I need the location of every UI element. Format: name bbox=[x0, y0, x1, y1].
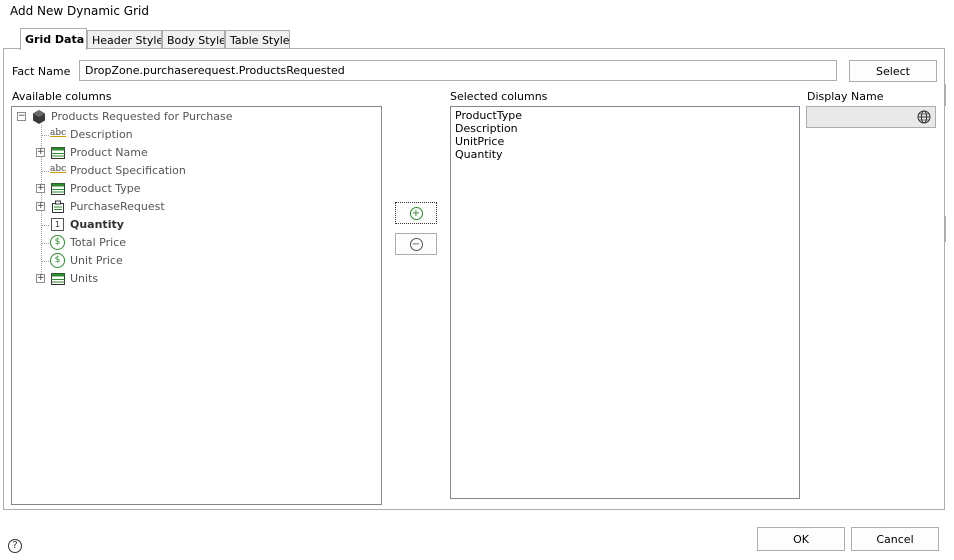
tree-item[interactable]: $ Total Price bbox=[12, 234, 372, 252]
tree-guide-line bbox=[41, 243, 49, 244]
tree-item[interactable]: + Units bbox=[12, 270, 372, 288]
selected-columns-label: Selected columns bbox=[450, 90, 548, 103]
available-columns-tree[interactable]: − Products Requested for Purchase abc De… bbox=[11, 106, 382, 505]
currency-field-icon: $ bbox=[50, 253, 65, 268]
display-name-field[interactable] bbox=[806, 106, 936, 128]
tree-guide-line bbox=[41, 261, 49, 262]
tree-item-label: Product Type bbox=[70, 182, 141, 195]
tree-item-label: Unit Price bbox=[70, 254, 123, 267]
text-field-icon: abc bbox=[50, 128, 67, 138]
tree-item-label: PurchaseRequest bbox=[70, 200, 165, 213]
tree-item-label: Total Price bbox=[70, 236, 127, 249]
list-item[interactable]: Description bbox=[455, 122, 518, 135]
tree-guide-line bbox=[41, 171, 49, 172]
table-entity-icon bbox=[51, 183, 65, 195]
tab-grid-data[interactable]: Grid Data bbox=[20, 28, 87, 50]
remove-column-button[interactable]: − bbox=[395, 233, 437, 255]
tree-item-label: Product Specification bbox=[70, 164, 186, 177]
expand-icon[interactable]: + bbox=[36, 184, 45, 193]
list-item[interactable]: Quantity bbox=[455, 148, 503, 161]
dialog-footer: ? OK Cancel bbox=[0, 512, 954, 560]
tree-item[interactable]: abc Product Specification bbox=[12, 162, 372, 180]
tree-guide-line bbox=[41, 135, 49, 136]
expand-icon[interactable]: + bbox=[36, 202, 45, 211]
text-field-icon: abc bbox=[50, 164, 67, 174]
plus-icon: + bbox=[409, 207, 423, 220]
selected-columns-list[interactable]: ProductType Description UnitPrice Quanti… bbox=[450, 106, 800, 499]
expand-icon[interactable]: + bbox=[36, 274, 45, 283]
form-entity-icon bbox=[52, 200, 64, 213]
list-item[interactable]: ProductType bbox=[455, 109, 522, 122]
tree-item-label: Units bbox=[70, 272, 99, 285]
tree-item[interactable]: $ Unit Price bbox=[12, 252, 372, 270]
expand-icon[interactable]: + bbox=[36, 148, 45, 157]
list-item[interactable]: UnitPrice bbox=[455, 135, 504, 148]
tree-item-label: Description bbox=[70, 128, 133, 141]
tab-strip: Grid Data Header Style Body Style Table … bbox=[0, 28, 954, 50]
fact-name-label: Fact Name bbox=[12, 65, 71, 78]
tree-item[interactable]: 1 Quantity bbox=[12, 216, 372, 234]
add-column-button[interactable]: + bbox=[395, 202, 437, 224]
display-name-label: Display Name bbox=[807, 90, 884, 103]
tree-item[interactable]: + Product Type bbox=[12, 180, 372, 198]
tab-grid-data-label: Grid Data bbox=[25, 33, 85, 46]
title-bar: Add New Dynamic Grid bbox=[0, 0, 954, 26]
tree-item[interactable]: + Product Name bbox=[12, 144, 372, 162]
grid-data-panel: Fact Name DropZone.purchaserequest.Produ… bbox=[3, 48, 945, 510]
tab-body-style[interactable]: Body Style bbox=[162, 30, 225, 49]
tree-root[interactable]: − Products Requested for Purchase bbox=[12, 108, 372, 126]
help-icon[interactable]: ? bbox=[8, 539, 22, 553]
available-columns-label: Available columns bbox=[12, 90, 112, 103]
tree-item-label: Product Name bbox=[70, 146, 148, 159]
tab-header-style-label: Header Style bbox=[92, 34, 162, 47]
minus-icon: − bbox=[409, 238, 423, 251]
tab-table-style[interactable]: Table Style bbox=[225, 30, 290, 49]
ok-button[interactable]: OK bbox=[757, 527, 845, 551]
tree-root-label: Products Requested for Purchase bbox=[51, 110, 233, 123]
tree-item[interactable]: abc Description bbox=[12, 126, 372, 144]
collapse-icon[interactable]: − bbox=[17, 112, 26, 121]
globe-icon[interactable] bbox=[917, 110, 931, 124]
table-entity-icon bbox=[51, 147, 65, 159]
tab-header-style[interactable]: Header Style bbox=[87, 30, 162, 49]
tree-item-label: Quantity bbox=[70, 218, 124, 231]
entity-root-icon bbox=[33, 110, 45, 124]
select-button[interactable]: Select bbox=[849, 60, 937, 82]
background-edge bbox=[944, 216, 946, 242]
background-edge bbox=[944, 84, 946, 106]
table-entity-icon bbox=[51, 273, 65, 285]
number-field-icon: 1 bbox=[51, 218, 64, 231]
cancel-button[interactable]: Cancel bbox=[851, 527, 939, 551]
tab-body-style-label: Body Style bbox=[167, 34, 225, 47]
fact-name-field[interactable]: DropZone.purchaserequest.ProductsRequest… bbox=[79, 60, 837, 81]
tree-item[interactable]: + PurchaseRequest bbox=[12, 198, 372, 216]
tab-table-style-label: Table Style bbox=[230, 34, 290, 47]
tree-guide-line bbox=[41, 225, 49, 226]
window-title: Add New Dynamic Grid bbox=[10, 4, 149, 18]
currency-field-icon: $ bbox=[50, 235, 65, 250]
